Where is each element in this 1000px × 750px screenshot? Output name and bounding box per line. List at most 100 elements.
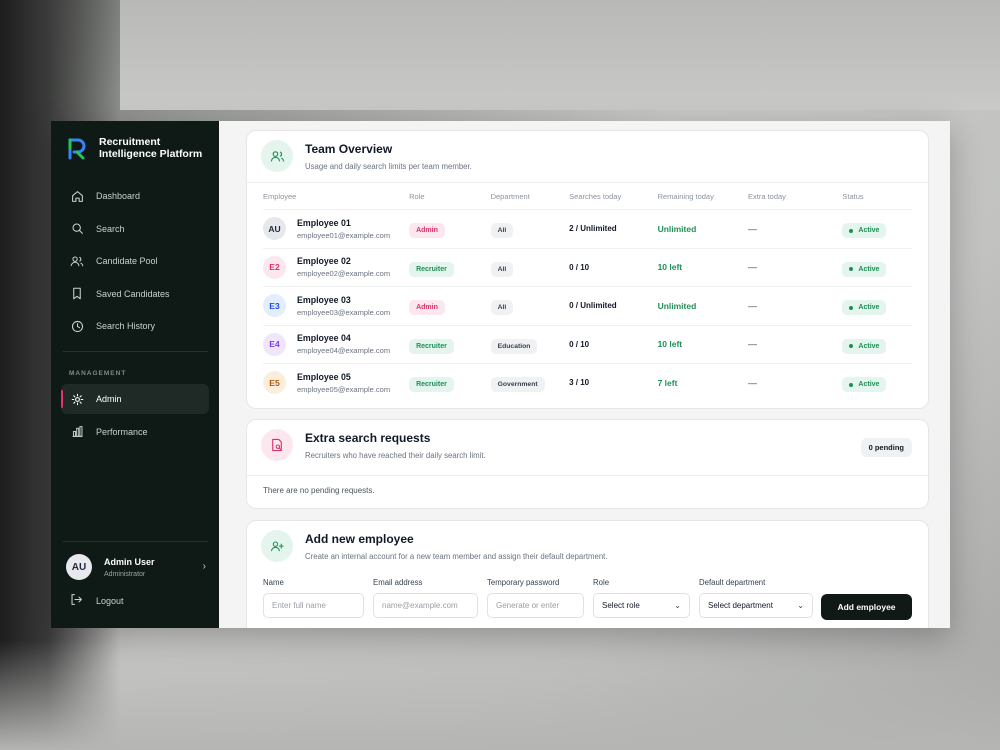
status-badge: Active — [842, 300, 887, 315]
col-header-employee: Employee — [263, 191, 297, 201]
brand-name: Recruitment Intelligence Platform — [99, 136, 202, 160]
employee-cell: E5 Employee 05 employee05@example.com — [263, 371, 409, 395]
email-label: Email address — [373, 578, 423, 587]
status-dot — [849, 382, 854, 387]
role-badge: Recruiter — [409, 377, 454, 393]
pending-count-badge: 0 pending — [860, 438, 912, 457]
nav-section-label: MANAGEMENT — [69, 370, 127, 377]
clock-icon — [70, 319, 84, 333]
role-cell: Recruiter — [409, 258, 491, 277]
user-profile[interactable]: AU Admin User Administrator › — [66, 553, 206, 581]
extra-today: — — [748, 300, 757, 311]
table-header: Employee Role Department Searches today … — [247, 183, 928, 209]
remaining-today: Unlimited — [657, 223, 697, 234]
col-header-remaining: Remaining today — [657, 191, 714, 201]
name-input[interactable]: Enter full name — [263, 593, 364, 618]
employee-cell: E4 Employee 04 employee04@example.com — [263, 332, 409, 356]
chevron-down-icon: ⌄ — [797, 601, 804, 610]
status-label: Active — [858, 342, 880, 350]
role-badge: Admin — [409, 223, 445, 239]
table-row[interactable]: E3 Employee 03 employee03@example.com Adm… — [263, 286, 912, 325]
status-badge: Active — [842, 338, 887, 354]
department-cell: Government — [490, 373, 570, 393]
department-cell: All — [490, 258, 570, 277]
add-employee-button[interactable]: Add employee — [821, 594, 912, 620]
password-input[interactable]: Generate or enter — [487, 593, 584, 618]
status-label: Active — [858, 227, 880, 234]
table-row[interactable]: E2 Employee 02 employee02@example.com Rec… — [263, 247, 912, 287]
employee-name: Employee 01 — [297, 217, 351, 228]
remaining-today: 10 left — [657, 262, 683, 273]
avatar: E3 — [263, 294, 286, 318]
team-overview-title: Team Overview — [305, 142, 393, 156]
nav-item-performance[interactable]: Performance — [61, 417, 209, 447]
nav-item-admin[interactable]: Admin — [61, 384, 209, 414]
nav-item-search-history[interactable]: Search History — [61, 311, 209, 341]
status-cell: Active — [842, 374, 912, 392]
extra-today: — — [748, 262, 757, 273]
user-divider — [63, 541, 208, 542]
extra-today: — — [748, 377, 757, 388]
extra-today: — — [748, 339, 757, 350]
background-bottom — [0, 640, 1000, 750]
nav-item-dashboard[interactable]: Dashboard — [61, 181, 209, 211]
team-icon — [261, 140, 293, 172]
searches-today: 0 / Unlimited — [569, 301, 617, 311]
avatar: AU — [66, 554, 92, 580]
employee-cell: E3 Employee 03 employee03@example.com — [263, 294, 409, 318]
status-dot — [849, 305, 854, 310]
department-badge: All — [490, 223, 514, 239]
table-row[interactable]: E5 Employee 05 employee05@example.com Rec… — [263, 363, 912, 402]
email-field[interactable]: name@example.com — [373, 593, 478, 618]
search-icon — [70, 222, 84, 236]
employee-email: employee01@example.com — [297, 230, 391, 240]
table-row[interactable]: AU Employee 01 employee01@example.com Adm… — [263, 209, 912, 248]
role-label: Role — [593, 578, 610, 587]
col-header-extra: Extra today — [748, 191, 786, 201]
document-alert-icon — [261, 429, 293, 461]
management-nav: Admin Performance — [61, 384, 209, 449]
employee-email: employee03@example.com — [297, 307, 391, 317]
department-label: Default department — [699, 578, 766, 587]
status-label: Active — [858, 265, 880, 273]
add-employee-title: Add new employee — [305, 532, 414, 546]
nav-item-candidate-pool[interactable]: Candidate Pool — [61, 246, 209, 276]
employee-cell: E2 Employee 02 employee02@example.com — [263, 255, 409, 279]
searches-today: 0 / 10 — [569, 262, 590, 272]
extra-requests-title: Extra search requests — [305, 431, 431, 445]
status-cell: Active — [842, 258, 912, 277]
remaining-today: 10 left — [657, 339, 683, 350]
user-info: Admin User Administrator — [104, 557, 155, 578]
searches-today: 3 / 10 — [569, 378, 590, 388]
nav-label: Search — [96, 223, 125, 234]
employee-name: Employee 04 — [297, 333, 351, 344]
logout-button[interactable]: Logout — [70, 593, 124, 608]
status-dot — [849, 228, 854, 233]
remaining-today: 7 left — [657, 377, 678, 388]
brand-name-line1: Recruitment — [99, 136, 161, 148]
employee-name: Employee 05 — [297, 371, 351, 382]
name-label: Name — [263, 578, 284, 587]
employee-name: Employee 02 — [297, 256, 351, 267]
avatar: E4 — [263, 332, 286, 356]
nav-item-saved-candidates[interactable]: Saved Candidates — [61, 279, 209, 309]
bookmark-icon — [70, 287, 84, 301]
status-label: Active — [858, 304, 880, 311]
role-cell: Admin — [409, 296, 491, 316]
add-user-icon — [261, 530, 293, 562]
brand[interactable]: Recruitment Intelligence Platform — [67, 136, 202, 160]
nav-item-search[interactable]: Search — [61, 214, 209, 244]
department-select[interactable]: Select department ⌄ — [699, 593, 813, 618]
logo-icon — [68, 138, 86, 160]
table-row[interactable]: E4 Employee 04 employee04@example.com Rec… — [263, 324, 912, 364]
col-header-role: Role — [409, 191, 425, 201]
employee-cell: AU Employee 01 employee01@example.com — [263, 217, 409, 241]
department-cell: All — [490, 219, 570, 239]
nav-divider — [63, 351, 208, 352]
home-icon — [70, 189, 84, 203]
nav-label: Candidate Pool — [96, 256, 158, 266]
role-cell: Admin — [409, 219, 491, 239]
employee-email: employee05@example.com — [297, 384, 391, 394]
role-select-value: Select role — [602, 601, 640, 610]
role-select[interactable]: Select role ⌄ — [593, 593, 690, 618]
